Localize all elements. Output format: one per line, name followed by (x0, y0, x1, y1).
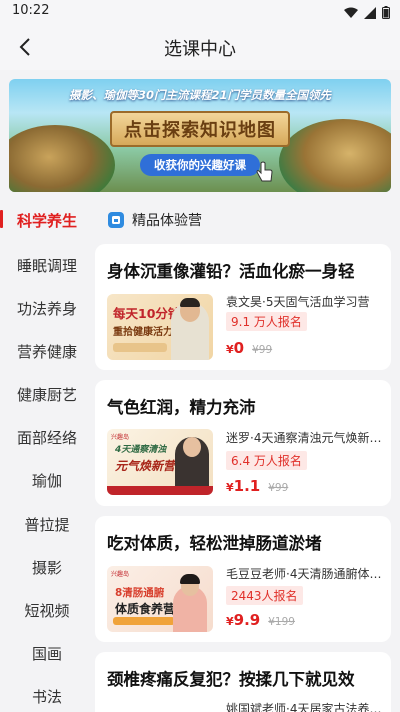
thumbnail-logo: 兴趣岛 (111, 434, 130, 441)
battery-icon (382, 4, 390, 23)
banner-cta-button[interactable]: 收获你的兴趣好课 (140, 154, 260, 176)
enroll-count-badge: 9.1 万人报名 (226, 312, 307, 331)
course-title: 身体沉重像灌铅？活血化瘀一身轻 (107, 262, 355, 281)
status-time: 10:22 (12, 3, 50, 18)
course-teacher: 迷罗·4天通察清浊元气焕新… (226, 431, 382, 445)
banner-island-right (279, 119, 391, 192)
sidebar-item-pilates[interactable]: 普拉提 (0, 509, 94, 539)
thumbnail-subtext: 体质食养营 (115, 602, 176, 616)
currency-symbol: ¥ (226, 343, 234, 356)
status-icons (344, 4, 390, 23)
section-header: 精品体验营 (108, 209, 202, 231)
thumbnail-subtext: 元气焕新营 (115, 459, 176, 473)
course-teacher: 毛豆豆老师·4天清肠通腑体… (226, 567, 382, 581)
thumbnail-text: 4天通察清浊 (115, 445, 167, 455)
thumbnail-logo: 兴趣岛 (111, 571, 130, 578)
original-price: ¥99 (268, 482, 289, 494)
current-price: 9.9 (233, 611, 261, 629)
section-title: 精品体验营 (132, 213, 202, 229)
price-row: ¥ 1.1 ¥99 (226, 477, 288, 495)
sidebar-item-sleep[interactable]: 睡眠调理 (0, 250, 94, 280)
signal-icon (364, 4, 376, 23)
course-card[interactable]: 气色红润，精力充沛 兴趣岛 4天通察清浊 元气焕新营 迷罗·4天通察清浊元气焕新… (95, 380, 391, 506)
hand-cursor-icon (256, 161, 273, 182)
currency-symbol: ¥ (226, 615, 234, 628)
banner-board-text: 点击探索知识地图 (124, 120, 276, 141)
course-title: 气色红润，精力充沛 (107, 398, 256, 417)
top-header: 选课中心 (0, 24, 400, 70)
banner-island-left (9, 125, 115, 192)
wifi-icon (344, 4, 358, 23)
course-thumbnail: 兴趣岛 8清肠通腑 体质食养营 (107, 566, 213, 632)
sidebar-item-photography[interactable]: 摄影 (0, 552, 94, 582)
original-price: ¥199 (268, 616, 295, 628)
sidebar-item-scientific-health[interactable]: 科学养生 (0, 205, 94, 235)
sidebar-item-exercise[interactable]: 功法养身 (0, 293, 94, 323)
course-card[interactable]: 颈椎疼痛反复犯？按揉几下就见效 姚国斌老师·4天居家古法养… (95, 652, 391, 712)
current-price: 0 (233, 339, 245, 357)
thumbnail-text: 8清肠通腑 (115, 587, 165, 599)
course-teacher: 姚国斌老师·4天居家古法养… (226, 702, 382, 712)
course-thumbnail: 兴趣岛 4天通察清浊 元气焕新营 (107, 429, 213, 495)
banner-board: 点击探索知识地图 (110, 111, 290, 147)
camp-icon (108, 212, 124, 228)
currency-symbol: ¥ (226, 481, 234, 494)
course-teacher: 袁文昊·5天固气活血学习营 (226, 295, 370, 309)
sidebar-item-calligraphy[interactable]: 书法 (0, 681, 94, 711)
price-row: ¥ 0 ¥99 (226, 339, 272, 357)
status-bar: 10:22 (0, 0, 400, 24)
course-title: 吃对体质，轻松泄掉肠道淤堵 (107, 534, 322, 553)
course-title: 颈椎疼痛反复犯？按揉几下就见效 (107, 670, 355, 689)
knowledge-map-banner[interactable]: 摄影、瑜伽等30门主流课程21门学员数量全国领先 点击探索知识地图 收获你的兴趣… (9, 79, 391, 192)
course-thumbnail: 每天10分钟 重拾健康活力 (107, 294, 213, 360)
current-price: 1.1 (233, 477, 261, 495)
price-row: ¥ 9.9 ¥199 (226, 611, 295, 629)
banner-cta-label: 收获你的兴趣好课 (154, 158, 246, 172)
course-card[interactable]: 吃对体质，轻松泄掉肠道淤堵 兴趣岛 8清肠通腑 体质食养营 毛豆豆老师·4天清肠… (95, 516, 391, 642)
sidebar-active-indicator (0, 210, 3, 228)
sidebar-item-painting[interactable]: 国画 (0, 638, 94, 668)
thumbnail-subtext: 重拾健康活力 (113, 327, 173, 338)
sidebar-item-short-video[interactable]: 短视频 (0, 595, 94, 625)
category-sidebar: 科学养生 睡眠调理 功法养身 营养健康 健康厨艺 面部经络 瑜伽 普拉提 摄影 … (0, 200, 94, 712)
original-price: ¥99 (252, 344, 273, 356)
sidebar-item-nutrition[interactable]: 营养健康 (0, 336, 94, 366)
sidebar-item-cooking[interactable]: 健康厨艺 (0, 379, 94, 409)
sidebar-item-yoga[interactable]: 瑜伽 (0, 465, 94, 495)
sidebar-item-facial[interactable]: 面部经络 (0, 422, 94, 452)
enroll-count-badge: 6.4 万人报名 (226, 451, 307, 470)
course-card[interactable]: 身体沉重像灌铅？活血化瘀一身轻 每天10分钟 重拾健康活力 袁文昊·5天固气活血… (95, 244, 391, 370)
page-title: 选课中心 (164, 39, 236, 60)
enroll-count-badge: 2443人报名 (226, 586, 303, 605)
banner-headline: 摄影、瑜伽等30门主流课程21门学员数量全国领先 (68, 88, 331, 102)
